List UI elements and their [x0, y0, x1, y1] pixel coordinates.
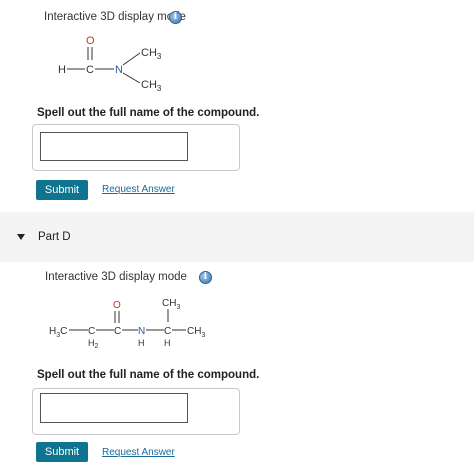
submit-button[interactable]: Submit	[36, 180, 88, 200]
request-answer-link[interactable]: Request Answer	[102, 447, 175, 458]
methyl-bottom: CH3	[141, 79, 162, 93]
answer-container	[32, 388, 240, 435]
answer-container	[32, 124, 240, 171]
answer-input[interactable]	[40, 132, 188, 161]
atom-c: C	[86, 64, 94, 76]
atom-c2: C	[114, 326, 121, 337]
molecule-structure-d: H3C C H2 O C N H C H CH3 CH3	[49, 298, 205, 350]
atom-o: O	[113, 300, 121, 311]
single-bond	[122, 52, 141, 66]
question-prompt: Spell out the full name of the compound.	[37, 107, 260, 119]
amine-h: H	[138, 338, 145, 348]
methyl-right: CH3	[187, 326, 205, 339]
submit-button[interactable]: Submit	[36, 442, 88, 462]
methylene-h: H2	[88, 338, 99, 350]
part-header[interactable]: Part D	[0, 212, 474, 262]
methyl-top: CH3	[162, 298, 180, 311]
collapse-triangle-icon[interactable]	[17, 234, 25, 240]
molecule-structure-c: O H C N CH3 CH3	[58, 35, 162, 93]
methyl-top: CH3	[141, 47, 162, 61]
display-mode-label: Interactive 3D display mode	[45, 271, 187, 283]
display-mode-label: Interactive 3D display mode	[44, 11, 186, 23]
methyl-left: H3C	[49, 326, 67, 339]
request-answer-link[interactable]: Request Answer	[102, 184, 175, 195]
atom-h: H	[58, 64, 66, 76]
atom-c1: C	[88, 326, 95, 337]
atom-o: O	[86, 35, 95, 47]
methine-h: H	[164, 338, 171, 348]
question-prompt: Spell out the full name of the compound.	[37, 369, 260, 381]
part-title: Part D	[38, 231, 71, 243]
info-icon[interactable]: i	[199, 271, 212, 284]
info-icon[interactable]: i	[169, 11, 182, 24]
atom-c3: C	[164, 326, 171, 337]
atom-n: N	[138, 326, 145, 337]
atom-n: N	[115, 64, 123, 76]
single-bond	[122, 72, 141, 84]
answer-input[interactable]	[40, 393, 188, 423]
